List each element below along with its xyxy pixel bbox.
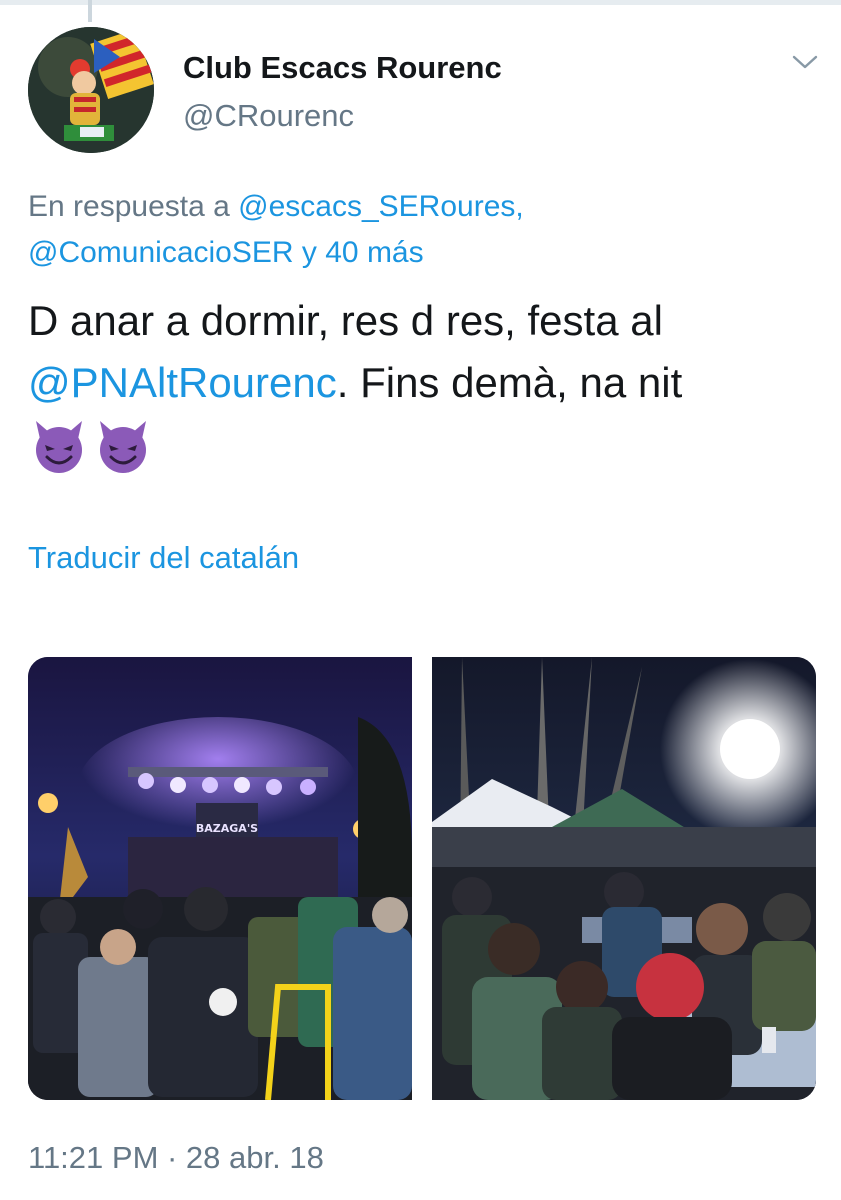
user-handle[interactable]: @CRourenc bbox=[183, 98, 354, 134]
display-name[interactable]: Club Escacs Rourenc bbox=[183, 50, 502, 86]
avatar[interactable] bbox=[28, 27, 154, 153]
translate-link[interactable]: Traducir del catalán bbox=[28, 540, 299, 576]
smiling-imp-emoji bbox=[36, 421, 82, 473]
concert-stage-photo[interactable]: BAZAGA'S bbox=[28, 657, 412, 1100]
emoji-row bbox=[30, 417, 152, 477]
tweet-text: D anar a dormir, res d res, festa al @PNA… bbox=[28, 290, 828, 414]
reply-joiner: y bbox=[301, 236, 317, 269]
chevron-down-icon[interactable] bbox=[790, 52, 820, 72]
tweet-timestamp[interactable]: 11:21 PM · 28 abr. 18 bbox=[28, 1140, 324, 1176]
more-mentions-link[interactable]: 40 más bbox=[325, 236, 423, 269]
tweet-text-part: D anar a dormir, res d res, festa al bbox=[28, 297, 663, 344]
mention-link[interactable]: @PNAltRourenc bbox=[28, 359, 337, 406]
mention-link[interactable]: @escacs_SERoures, bbox=[238, 190, 524, 223]
top-divider bbox=[0, 0, 841, 5]
tweet-text-part: . Fins demà, na nit bbox=[336, 359, 683, 406]
mention-link[interactable]: @ComunicacioSER bbox=[28, 236, 294, 269]
smiling-imp-emoji bbox=[100, 421, 146, 473]
reply-context: En respuesta a @escacs_SERoures, @Comuni… bbox=[28, 184, 818, 276]
reply-prefix: En respuesta a bbox=[28, 190, 230, 223]
thread-connector bbox=[88, 0, 92, 22]
stage-banner: BAZAGA'S bbox=[196, 822, 258, 835]
outdoor-dinner-photo[interactable] bbox=[432, 657, 816, 1100]
